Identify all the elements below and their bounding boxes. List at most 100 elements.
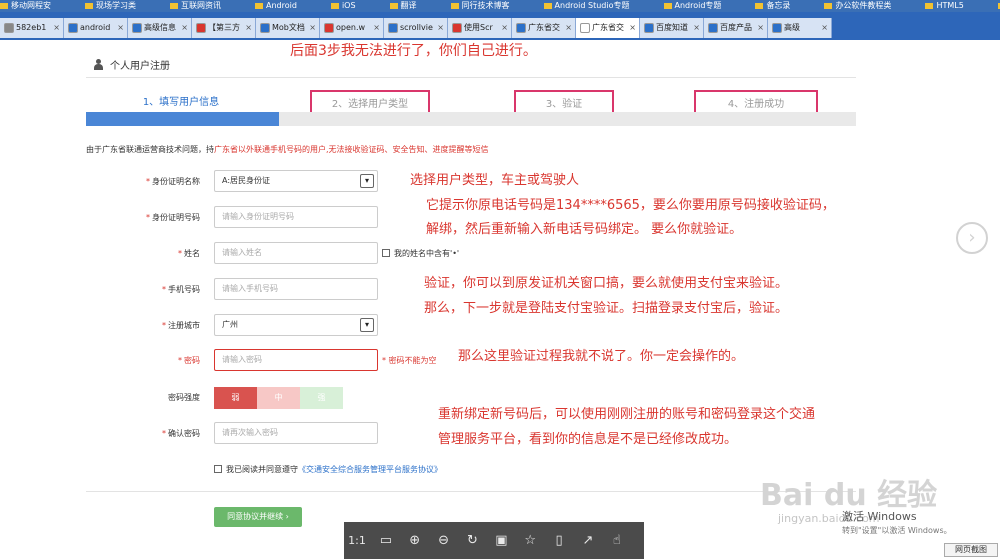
agreement-checkbox[interactable] [214,464,222,473]
close-icon[interactable]: × [309,18,316,38]
favicon-icon [324,23,334,33]
browser-tab[interactable]: 使用Scr × [448,18,512,38]
strength-medium: 中 [257,387,300,409]
browser-tab[interactable]: 广东省交 × [512,18,576,38]
fit-window-icon[interactable]: ▭ [373,522,399,559]
name-label: * 姓名 [178,249,200,258]
folder-icon [824,2,833,9]
close-icon[interactable]: × [501,18,508,38]
strength-strong: 强 [300,387,343,409]
like-icon[interactable]: ☝ [604,522,630,559]
activation-title: 激活 Windows [842,510,917,523]
password-strength-meter: 弱 中 强 [214,387,344,409]
favicon-icon [452,23,462,33]
bookmark-item[interactable]: HTML5 [925,0,964,12]
bookmark-item[interactable]: 办公软件教程类 [824,0,891,12]
close-icon[interactable]: × [117,18,124,38]
bookmark-item[interactable]: 备忘录 [755,0,790,12]
agree-continue-button[interactable]: 同意协议并继续 › [214,507,302,527]
zoom-out-icon[interactable]: ⊖ [431,522,457,559]
browser-tab[interactable]: android × [64,18,128,38]
phone-input[interactable]: 请输入手机号码 [214,278,378,300]
annotation-2: 选择用户类型，车主或驾驶人 [410,173,580,188]
folder-icon [170,2,178,9]
annotation-5: 验证，你可以到原发证机关窗口搞，要么就使用支付宝来验证。 [424,276,789,291]
close-icon[interactable]: × [821,18,828,38]
chevron-down-icon: ▾ [360,174,374,188]
browser-tab[interactable]: 广东省交 × [576,18,640,38]
bookmark-item[interactable]: Android [255,0,297,12]
bookmark-item[interactable]: iOS [330,0,356,12]
browser-tab[interactable]: 【第三方 × [192,18,256,38]
strength-weak: 弱 [214,387,257,409]
password-input[interactable]: 请输入密码 [214,349,378,371]
browser-tab[interactable]: 高级 × [768,18,832,38]
confirm-password-input[interactable]: 请再次输入密码 [214,422,378,444]
folder-icon [663,2,672,9]
annotation-8: 重新绑定新号码后，可以使用刚刚注册的账号和密码登录这个交通 [438,407,816,422]
bookmark-item[interactable]: 翻译 [389,0,417,12]
browser-tab[interactable]: scrollvie × [384,18,448,38]
bookmark-icon[interactable]: ☆ [517,522,543,559]
favicon-icon [388,23,398,33]
bookmark-item[interactable]: Android Studio专题 [543,0,630,12]
fullscreen-icon[interactable]: ▯ [546,522,572,559]
bookmark-item[interactable]: 同行技术博客 [450,0,510,12]
id-number-input[interactable]: 请输入身份证明号码 [214,206,378,228]
name-input[interactable]: 请输入姓名 [214,242,378,264]
city-select[interactable]: 广州 ▾ [214,314,378,336]
favicon-icon [580,23,590,33]
browser-tab[interactable]: Mob文档 × [256,18,320,38]
password-label: * 密码 [178,356,200,365]
folder-icon [330,2,339,9]
zoom-in-icon[interactable]: ⊕ [402,522,428,559]
bookmark-item[interactable]: 移动网程安 [0,0,51,12]
panel-title: 个人用户注册 [110,61,170,72]
folder-icon [925,2,934,9]
annotation-4: 解绑，然后重新输入新电话号码绑定。 要么你就验证。 [426,222,743,237]
row-name: * 姓名 请输入姓名 我的姓名中含有'•' [86,242,606,266]
annotation-6: 那么，下一步就是登陆支付宝验证。扫描登录支付宝后，验证。 [424,301,789,316]
next-image-button[interactable]: › [956,222,988,254]
tab-bar: 582eb1 × android × 高级信息 × 【第三方 × Mob文档 × open.w × sc… [0,12,1000,40]
folder-icon [0,2,8,9]
screenshot-button[interactable]: 网页截图 [944,543,998,557]
actual-size-button[interactable]: 1:1 [344,522,370,559]
share-icon[interactable]: ↗ [575,522,601,559]
bookmark-item[interactable]: 互联网资讯 [170,0,221,12]
windows-activation: 激活 Windows 转到"设置"以激活 Windows。 [842,510,952,538]
folder-icon [755,2,764,9]
browser-tab[interactable]: 高级信息 × [128,18,192,38]
city-label: * 注册城市 [162,321,200,330]
checkbox-icon [382,248,390,257]
name-dot-checkbox[interactable]: 我的姓名中含有'•' [382,242,459,266]
save-icon[interactable]: ▣ [488,522,514,559]
browser-tab[interactable]: 百度知道 × [640,18,704,38]
annotation-1: 后面3步我无法进行了，你们自己进行。 [290,43,537,59]
browser-tab[interactable]: open.w × [320,18,384,38]
close-icon[interactable]: × [565,18,572,38]
bookmarks-bar: 移动网程安 现场学习类 互联网资讯 Android iOS 翻译 同行技术博客 Android… [0,0,1000,12]
close-icon[interactable]: × [629,18,636,38]
bookmark-item[interactable]: 现场学习类 [85,0,136,12]
close-icon[interactable]: × [437,18,444,38]
close-icon[interactable]: × [53,18,60,38]
close-icon[interactable]: × [693,18,700,38]
browser-tab[interactable]: 582eb1 × [0,18,64,38]
browser-tab[interactable]: 百度产品 × [704,18,768,38]
rotate-icon[interactable]: ↻ [460,522,486,559]
close-icon[interactable]: × [373,18,380,38]
agreement-link[interactable]: 《交通安全综合服务管理平台服务协议》 [298,465,442,474]
close-icon[interactable]: × [245,18,252,38]
bookmark-item[interactable]: Android专题 [663,0,721,12]
favicon-icon [132,23,142,33]
close-icon[interactable]: × [757,18,764,38]
close-icon[interactable]: × [181,18,188,38]
id-number-label: * 身份证明号码 [146,213,200,222]
activation-sub: 转到"设置"以激活 Windows。 [842,526,952,535]
chevron-down-icon: ▾ [360,318,374,332]
favicon-icon [708,23,718,33]
strength-label: 密码强度 [168,393,200,402]
folder-icon [255,2,263,9]
id-type-select[interactable]: A:居民身份证 ▾ [214,170,378,192]
